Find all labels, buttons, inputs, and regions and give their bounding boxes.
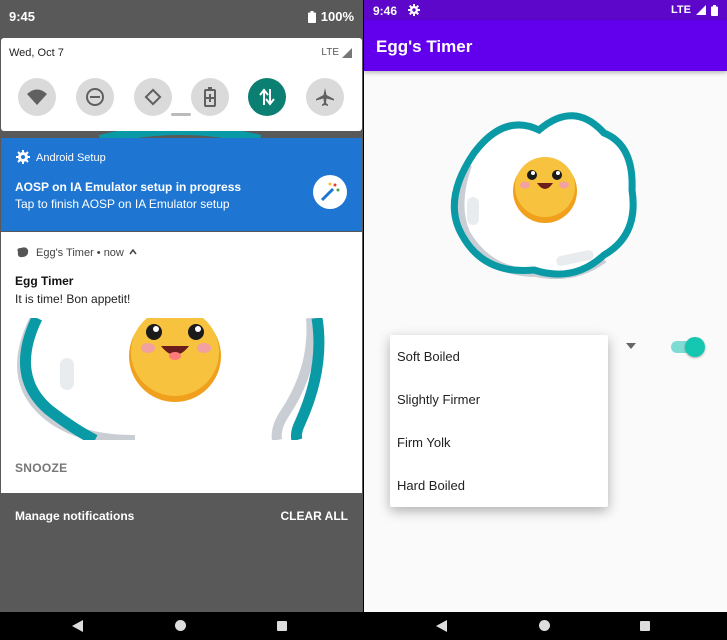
egg-small-icon — [17, 247, 29, 258]
signal-icon — [696, 5, 706, 15]
gear-icon — [16, 150, 30, 164]
recents-icon[interactable] — [277, 621, 287, 631]
dropdown-option[interactable]: Firm Yolk — [397, 435, 450, 450]
egg-type-dropdown-menu: Soft Boiled Slightly Firmer Firm Yolk Ha… — [390, 335, 608, 507]
rotate-icon — [144, 88, 162, 106]
dnd-tile[interactable] — [76, 78, 114, 116]
settings-gear-icon — [408, 4, 420, 16]
airplane-icon — [316, 88, 334, 106]
status-time: 9:46 — [373, 4, 398, 18]
navigation-bar — [0, 612, 363, 640]
setup-notification[interactable]: Android Setup AOSP on IA Emulator setup … — [1, 138, 362, 231]
data-arrows-icon — [259, 88, 275, 106]
navigation-bar — [364, 612, 727, 640]
mobile-data-tile[interactable] — [248, 78, 286, 116]
back-icon[interactable] — [72, 620, 84, 632]
back-icon[interactable] — [436, 620, 448, 632]
status-bar: 9:46 LTE — [364, 0, 727, 20]
battery-saver-icon — [204, 87, 216, 107]
right-phone-screen: 9:46 LTE Egg's Timer Soft Boiled Slightl… — [364, 0, 727, 640]
timer-toggle-switch[interactable] — [669, 337, 705, 357]
left-phone-screen: 9:45 100% Wed, Oct 7 LTE Android Setup A… — [0, 0, 363, 640]
home-icon[interactable] — [539, 620, 550, 631]
recents-icon[interactable] — [640, 621, 650, 631]
setup-wizard-icon — [313, 175, 347, 209]
dropdown-option[interactable]: Slightly Firmer — [397, 392, 480, 407]
status-bar: 9:45 100% — [0, 0, 363, 33]
auto-rotate-tile[interactable] — [134, 78, 172, 116]
switch-thumb — [685, 337, 705, 357]
battery-saver-tile[interactable] — [191, 78, 229, 116]
do-not-disturb-icon — [86, 88, 104, 106]
dropdown-option[interactable]: Soft Boiled — [397, 349, 460, 364]
qs-network: LTE — [321, 47, 352, 58]
quick-settings-panel: Wed, Oct 7 LTE — [1, 38, 362, 131]
airplane-mode-tile[interactable] — [306, 78, 344, 116]
wifi-icon — [27, 89, 47, 105]
setup-title: AOSP on IA Emulator setup in progress — [15, 180, 242, 194]
clear-all-button[interactable]: CLEAR ALL — [280, 509, 348, 523]
chevron-up-icon[interactable] — [129, 249, 137, 255]
timer-notif-text: It is time! Bon appetit! — [15, 292, 131, 306]
app-bar: Egg's Timer — [364, 20, 727, 71]
qs-drag-handle[interactable] — [171, 113, 191, 116]
qs-date: Wed, Oct 7 — [9, 47, 64, 59]
egg-notification-image — [15, 318, 335, 440]
battery-icon — [711, 4, 718, 16]
setup-text: Tap to finish AOSP on IA Emulator setup — [15, 197, 230, 211]
status-icons: 100% — [307, 9, 354, 24]
manage-notifications-button[interactable]: Manage notifications — [15, 509, 134, 523]
snooze-button[interactable]: SNOOZE — [15, 461, 67, 475]
app-title: Egg's Timer — [376, 37, 473, 56]
fried-egg-image — [450, 112, 637, 280]
home-icon[interactable] — [175, 620, 186, 631]
egg-timer-notification[interactable]: Egg's Timer • now Egg Timer It is time! … — [1, 232, 362, 493]
status-time: 9:45 — [9, 9, 36, 24]
spinner-dropdown-arrow-icon[interactable] — [626, 343, 636, 349]
timer-notif-title: Egg Timer — [15, 274, 74, 288]
battery-percent: 100% — [320, 9, 354, 24]
signal-icon — [342, 47, 352, 58]
timer-app-name: Egg's Timer • now — [36, 247, 124, 259]
dropdown-option[interactable]: Hard Boiled — [397, 478, 465, 493]
lte-label: LTE — [321, 47, 339, 58]
battery-icon — [307, 10, 316, 23]
magic-wand-icon — [320, 182, 340, 202]
status-icons: LTE — [671, 4, 718, 16]
wifi-tile[interactable] — [18, 78, 56, 116]
lte-label: LTE — [671, 4, 691, 16]
setup-app-name: Android Setup — [36, 152, 106, 164]
